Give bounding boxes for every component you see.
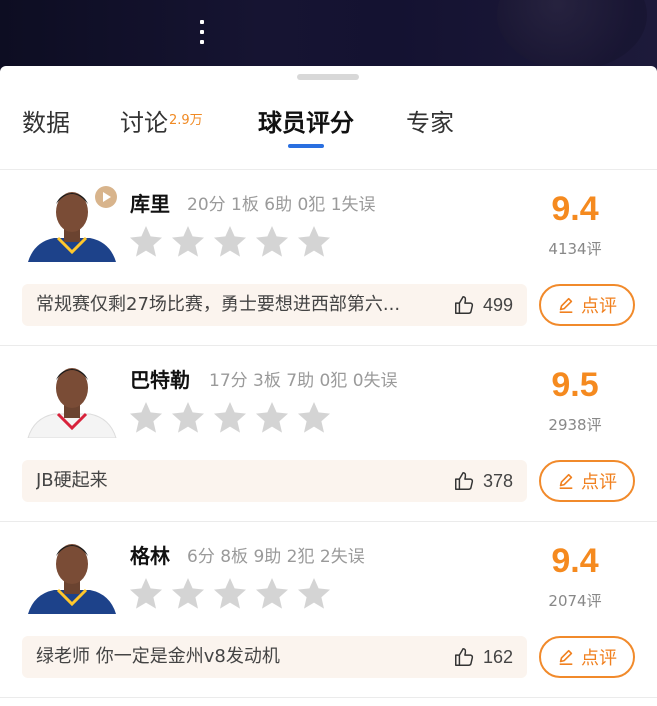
- star-icon[interactable]: [296, 576, 332, 612]
- player-stats: 17分 3板 7助 0犯 0失误: [209, 371, 398, 391]
- top-banner: [0, 0, 657, 76]
- bottom-sheet: 数据 讨论 2.9万 球员评分 专家 库里 20分 1板 6助 0犯 1失误 9…: [0, 66, 657, 706]
- like-count: 162: [482, 646, 513, 667]
- active-tab-indicator: [288, 144, 324, 148]
- pencil-icon: [559, 649, 573, 666]
- comment-text: 常规赛仅剩27场比赛，勇士要想进西部第六...: [36, 294, 401, 315]
- star-icon[interactable]: [254, 224, 290, 260]
- rating-count: 2938评: [548, 416, 602, 434]
- like-button[interactable]: 499: [453, 284, 513, 326]
- player-score: 9.5: [551, 366, 599, 404]
- star-icon[interactable]: [170, 224, 206, 260]
- rating-count: 4134评: [548, 240, 602, 258]
- tab-bar: 数据 讨论 2.9万 球员评分 专家: [0, 104, 657, 166]
- review-button-label: 点评: [581, 648, 617, 669]
- pencil-icon: [559, 297, 573, 314]
- drag-handle[interactable]: [297, 74, 359, 80]
- player-score: 9.4: [551, 190, 599, 228]
- player-rating-card: 格林 6分 8板 9助 2犯 2失误 9.4 2074评 绿老师 你一定是金州v…: [0, 522, 657, 698]
- card-divider: [0, 697, 657, 698]
- star-icon[interactable]: [170, 400, 206, 436]
- player-name: 库里: [130, 192, 170, 216]
- tab-label: 球员评分: [258, 109, 354, 137]
- thumbs-up-icon: [454, 648, 474, 666]
- player-avatar[interactable]: [24, 534, 120, 614]
- review-button-label: 点评: [581, 472, 617, 493]
- star-icon[interactable]: [296, 400, 332, 436]
- thumbs-up-icon: [454, 296, 474, 314]
- like-button[interactable]: 378: [453, 460, 513, 502]
- star-rating[interactable]: [128, 400, 332, 440]
- player-stats: 20分 1板 6助 0犯 1失误: [187, 195, 376, 215]
- player-stats: 6分 8板 9助 2犯 2失误: [187, 547, 365, 567]
- comment-text: 绿老师 你一定是金州v8发动机: [36, 646, 280, 667]
- player-rating-card: 库里 20分 1板 6助 0犯 1失误 9.4 4134评 常规赛仅剩27场比赛…: [0, 170, 657, 346]
- thumbs-up-icon: [454, 472, 474, 490]
- like-count: 378: [482, 470, 513, 491]
- top-comment[interactable]: 绿老师 你一定是金州v8发动机 162: [22, 636, 527, 678]
- review-button-label: 点评: [581, 296, 617, 317]
- tab-discussion[interactable]: 讨论 2.9万: [120, 104, 203, 150]
- star-icon[interactable]: [128, 400, 164, 436]
- tab-label: 专家: [406, 109, 454, 137]
- review-button[interactable]: 点评: [539, 460, 635, 502]
- like-count: 499: [482, 294, 513, 315]
- tab-data[interactable]: 数据: [22, 104, 70, 150]
- tab-label: 讨论: [120, 109, 168, 137]
- banner-decoration: [497, 0, 647, 70]
- star-icon[interactable]: [254, 576, 290, 612]
- star-icon[interactable]: [170, 576, 206, 612]
- star-icon[interactable]: [254, 400, 290, 436]
- tab-experts[interactable]: 专家: [406, 104, 454, 150]
- review-button[interactable]: 点评: [539, 636, 635, 678]
- star-icon[interactable]: [212, 224, 248, 260]
- star-icon[interactable]: [296, 224, 332, 260]
- star-rating[interactable]: [128, 224, 332, 264]
- top-comment[interactable]: 常规赛仅剩27场比赛，勇士要想进西部第六... 499: [22, 284, 527, 326]
- star-icon[interactable]: [212, 400, 248, 436]
- discussion-count-badge: 2.9万: [169, 113, 203, 128]
- star-icon[interactable]: [212, 576, 248, 612]
- star-icon[interactable]: [128, 576, 164, 612]
- player-name: 格林: [130, 544, 170, 568]
- more-vertical-icon[interactable]: [199, 20, 205, 44]
- player-avatar[interactable]: [24, 358, 120, 438]
- player-rating-card: 巴特勒 17分 3板 7助 0犯 0失误 9.5 2938评 JB硬起来 378…: [0, 346, 657, 522]
- review-button[interactable]: 点评: [539, 284, 635, 326]
- star-icon[interactable]: [128, 224, 164, 260]
- player-score: 9.4: [551, 542, 599, 580]
- rating-count: 2074评: [548, 592, 602, 610]
- comment-text: JB硬起来: [36, 470, 108, 491]
- like-button[interactable]: 162: [453, 636, 513, 678]
- star-rating[interactable]: [128, 576, 332, 616]
- tab-label: 数据: [22, 109, 70, 137]
- top-comment[interactable]: JB硬起来 378: [22, 460, 527, 502]
- play-icon[interactable]: [95, 186, 117, 208]
- pencil-icon: [559, 473, 573, 490]
- player-name: 巴特勒: [130, 368, 190, 392]
